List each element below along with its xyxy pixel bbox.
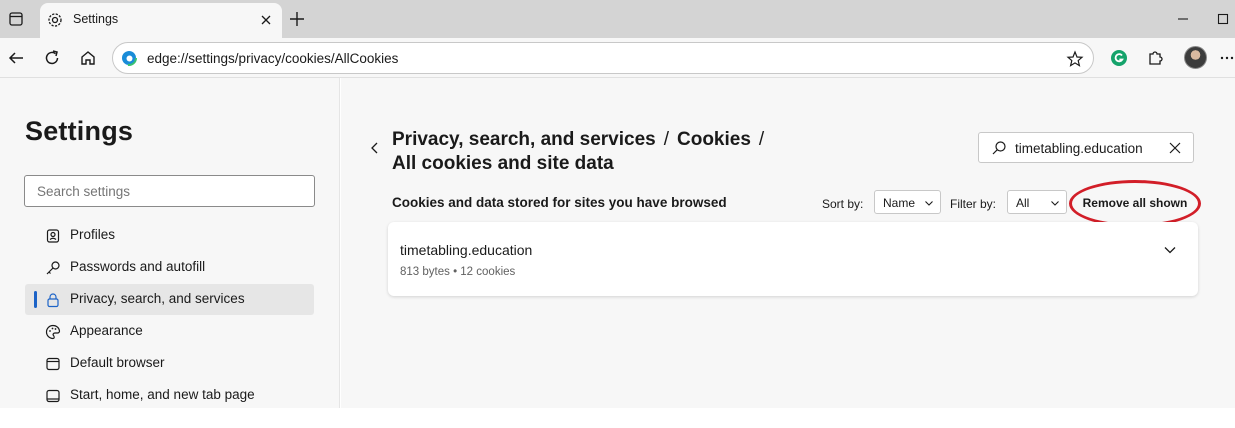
site-search-value[interactable]: timetabling.education [1015, 141, 1143, 156]
edge-logo-icon [121, 50, 137, 66]
address-bar[interactable]: edge://settings/privacy/cookies/AllCooki… [112, 42, 1094, 74]
back-chevron-icon[interactable] [368, 140, 382, 156]
sidebar-item-passwords[interactable]: Passwords and autofill [25, 252, 314, 283]
search-icon [991, 140, 1007, 156]
remove-all-shown-button[interactable]: Remove all shown [1076, 191, 1194, 215]
url-text: edge://settings/privacy/cookies/AllCooki… [147, 51, 399, 66]
filter-select[interactable]: All [1007, 190, 1067, 214]
site-name: timetabling.education [400, 242, 533, 258]
gear-icon [46, 11, 64, 29]
minimize-icon[interactable] [1172, 8, 1194, 30]
chevron-down-icon[interactable] [1162, 242, 1178, 258]
chevron-down-icon [1050, 197, 1060, 207]
tab-actions-icon[interactable] [4, 7, 28, 31]
tab-strip: Settings [0, 0, 1235, 38]
key-icon [44, 259, 62, 277]
grammarly-extension-icon[interactable] [1107, 46, 1131, 70]
sort-value: Name [883, 196, 916, 210]
sidebar-item-label: Appearance [70, 323, 143, 338]
maximize-icon[interactable] [1212, 8, 1234, 30]
filter-label: Filter by: [950, 197, 997, 211]
settings-title: Settings [25, 116, 134, 146]
search-settings-input[interactable] [24, 175, 315, 207]
sidebar-item-label: Default browser [70, 355, 165, 370]
refresh-icon[interactable] [40, 46, 64, 70]
palette-icon [44, 323, 62, 341]
browser-icon [44, 355, 62, 373]
lock-icon [44, 291, 62, 309]
back-arrow-icon[interactable] [4, 46, 28, 70]
home-tab-icon [44, 387, 62, 405]
breadcrumb: Privacy, search, and services / Cookies / [392, 128, 772, 152]
sidebar-item-label: Passwords and autofill [70, 259, 206, 274]
sort-label: Sort by: [822, 197, 864, 211]
active-indicator [34, 291, 37, 308]
tab-title: Settings [73, 12, 119, 26]
main-content: Privacy, search, and services / Cookies / A… [341, 78, 1235, 408]
page-title: All cookies and site data [392, 153, 614, 174]
profile-icon [44, 227, 62, 245]
sidebar-item-privacy[interactable]: Privacy, search, and services [25, 284, 314, 315]
sidebar-item-label: Start, home, and new tab page [70, 387, 255, 402]
breadcrumb-cookies[interactable]: Cookies [677, 129, 751, 150]
sidebar-item-start-home[interactable]: Start, home, and new tab page [25, 380, 314, 411]
section-title: Cookies and data stored for sites you ha… [392, 195, 727, 210]
new-tab-icon[interactable] [286, 8, 308, 30]
sort-select[interactable]: Name [874, 190, 941, 214]
site-storage-info: 813 bytes • 12 cookies [400, 266, 516, 278]
extensions-puzzle-icon[interactable] [1143, 46, 1167, 70]
favorite-star-icon[interactable] [1065, 49, 1085, 69]
sidebar-item-label: Privacy, search, and services [70, 291, 245, 306]
filter-value: All [1016, 196, 1030, 210]
sidebar-item-label: Profiles [70, 227, 116, 242]
home-icon[interactable] [76, 46, 100, 70]
clear-search-icon[interactable] [1167, 140, 1183, 156]
settings-sidebar: Settings Profiles Passwords and autofill… [0, 78, 340, 408]
breadcrumb-separator: / [663, 129, 669, 150]
breadcrumb-privacy[interactable]: Privacy, search, and services [392, 129, 656, 150]
profile-avatar[interactable] [1184, 46, 1207, 69]
site-search-field[interactable]: timetabling.education [978, 132, 1194, 163]
more-menu-icon[interactable] [1218, 46, 1235, 70]
browser-toolbar: edge://settings/privacy/cookies/AllCooki… [0, 38, 1235, 78]
sidebar-item-appearance[interactable]: Appearance [25, 316, 314, 347]
breadcrumb-separator: / [758, 129, 765, 150]
sidebar-item-profiles[interactable]: Profiles [25, 220, 314, 251]
close-tab-icon[interactable] [258, 12, 274, 28]
chevron-down-icon [924, 197, 934, 207]
sidebar-item-default-browser[interactable]: Default browser [25, 348, 314, 379]
site-list-item[interactable]: timetabling.education 813 bytes • 12 coo… [388, 222, 1198, 296]
tab-settings[interactable]: Settings [40, 3, 282, 38]
